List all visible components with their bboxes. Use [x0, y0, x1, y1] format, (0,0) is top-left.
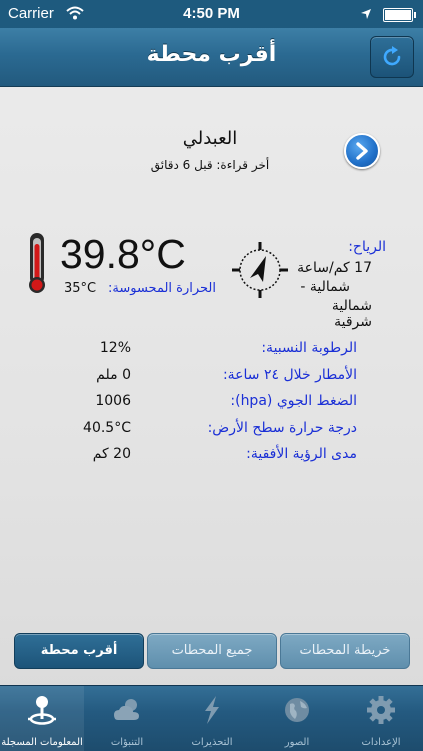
- location-arrow-icon: [360, 7, 372, 24]
- thermometer-icon: [27, 232, 47, 298]
- humidity-value: 12%: [99, 340, 131, 356]
- tab-label: الصور: [284, 737, 310, 748]
- ground-temp-label: درجة حرارة سطح الأرض:: [207, 419, 357, 436]
- refresh-icon: [383, 46, 401, 66]
- battery-icon: [383, 8, 416, 22]
- tab-label: الإعدادات: [361, 737, 401, 748]
- detail-row-pressure: الضغط الجوي (hpa): 1006: [0, 391, 423, 418]
- tab-settings[interactable]: الإعدادات: [339, 686, 423, 751]
- tab-forecasts[interactable]: التنبؤات: [85, 686, 169, 751]
- weather-details: الرطوبة النسبية: 12% الأمطار خلال ٢٤ ساع…: [0, 338, 423, 471]
- visibility-value: 20 كم: [92, 446, 131, 462]
- station-detail-button[interactable]: [344, 133, 380, 169]
- rain-label: الأمطار خلال ٢٤ ساعة:: [222, 366, 357, 383]
- segment-nearest-station[interactable]: أقرب محطة: [14, 633, 144, 669]
- last-reading-time: أخر قراءة: قبل 6 دقائق: [150, 158, 270, 172]
- chevron-right-icon: [356, 142, 368, 160]
- segment-all-stations[interactable]: جميع المحطات: [147, 633, 277, 669]
- tab-bar: المعلومات المسجلة التنبؤات التحذيرات الص…: [0, 685, 423, 751]
- detail-row-humidity: الرطوبة النسبية: 12%: [0, 338, 423, 365]
- detail-row-visibility: مدى الرؤية الأفقية: 20 كم: [0, 444, 423, 471]
- pressure-value: 1006: [95, 393, 131, 409]
- station-name: العبدلي: [182, 128, 238, 149]
- tab-warnings[interactable]: التحذيرات: [170, 686, 254, 751]
- tab-label: المعلومات المسجلة: [1, 737, 83, 748]
- station-view-segments: أقرب محطة جميع المحطات خريطة المحطات: [14, 633, 410, 669]
- humidity-label: الرطوبة النسبية:: [261, 340, 357, 356]
- feels-like-label: الحرارة المحسوسة:: [108, 281, 217, 296]
- rain-value: 0 ملم: [96, 366, 131, 383]
- ground-temp-value: 40.5°C: [83, 419, 131, 436]
- station-icon: [28, 696, 56, 725]
- tab-label: التحذيرات: [191, 737, 233, 748]
- globe-icon: [285, 698, 309, 722]
- temperature-value: 39.8°C: [60, 231, 186, 277]
- wind-speed: 17 كم/ساعة: [297, 260, 372, 276]
- pressure-label: الضغط الجوي (hpa):: [230, 393, 357, 409]
- lightning-icon: [205, 696, 219, 724]
- visibility-label: مدى الرؤية الأفقية:: [246, 446, 357, 462]
- page-title: أقرب محطة: [146, 42, 277, 67]
- gear-icon: [367, 696, 395, 724]
- segment-stations-map[interactable]: خريطة المحطات: [280, 633, 410, 669]
- feels-like-value: 35°C: [64, 281, 97, 296]
- wind-direction-line2: شمالية شرقية: [331, 298, 372, 330]
- status-bar: Carrier 4:50 PM: [0, 0, 423, 28]
- tab-label: التنبؤات: [110, 737, 144, 748]
- wind-label: الرياح:: [348, 239, 386, 255]
- cloud-sun-icon: [114, 699, 139, 720]
- refresh-button[interactable]: [370, 36, 414, 78]
- nav-bar: أقرب محطة: [0, 28, 423, 87]
- detail-row-ground-temp: درجة حرارة سطح الأرض: 40.5°C: [0, 418, 423, 445]
- detail-row-rain: الأمطار خلال ٢٤ ساعة: 0 ملم: [0, 365, 423, 392]
- wind-direction-line1: شمالية -: [300, 279, 350, 295]
- tab-recorded-info[interactable]: المعلومات المسجلة: [0, 686, 84, 751]
- tab-images[interactable]: الصور: [255, 686, 339, 751]
